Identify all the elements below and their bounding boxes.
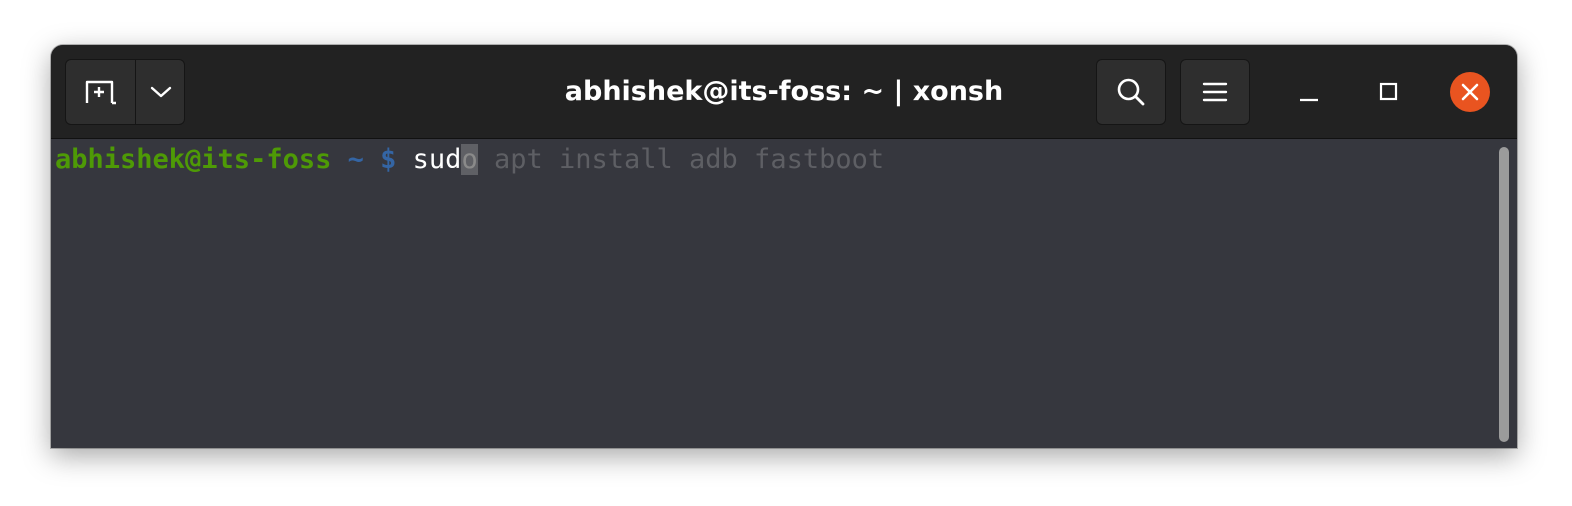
chevron-down-icon (150, 86, 171, 98)
new-tab-button[interactable] (66, 60, 136, 124)
terminal-output-area[interactable]: abhishek@its-foss ~ $ sudo apt install a… (51, 139, 1517, 448)
text-cursor: o (461, 144, 478, 175)
terminal-window: abhishek@its-foss: ~ | xonsh abhishek@it… (51, 45, 1517, 448)
new-tab-options-button[interactable] (136, 60, 184, 124)
close-icon (1461, 83, 1479, 101)
new-tab-split-button (65, 59, 185, 125)
menu-button[interactable] (1180, 59, 1250, 125)
typed-command: sud (412, 144, 462, 175)
minimize-icon (1300, 98, 1318, 102)
autosuggestion: apt install adb fastboot (477, 144, 885, 175)
search-icon (1117, 78, 1145, 106)
prompt-symbol: $ (380, 144, 397, 175)
hamburger-menu-icon (1202, 82, 1228, 102)
new-tab-icon (85, 80, 116, 105)
search-button[interactable] (1096, 59, 1166, 125)
scrollbar[interactable] (1499, 147, 1509, 442)
prompt-path: ~ (347, 144, 364, 175)
window-title: abhishek@its-foss: ~ | xonsh (564, 76, 1004, 107)
close-button[interactable] (1450, 72, 1490, 112)
maximize-button[interactable] (1367, 72, 1411, 112)
prompt-user-host: abhishek@its-foss (55, 144, 332, 175)
command-line: abhishek@its-foss ~ $ sudo apt install a… (55, 143, 884, 177)
header-bar: abhishek@its-foss: ~ | xonsh (51, 45, 1517, 139)
minimize-button[interactable] (1287, 72, 1331, 112)
maximize-icon (1379, 82, 1398, 101)
